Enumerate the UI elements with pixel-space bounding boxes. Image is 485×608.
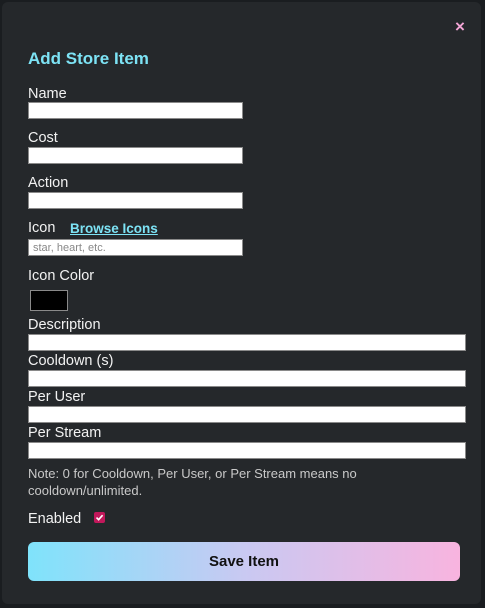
per-stream-input[interactable] <box>28 442 466 459</box>
description-input[interactable] <box>28 334 466 351</box>
description-label: Description <box>28 317 101 333</box>
checkmark-icon <box>95 514 104 521</box>
action-label: Action <box>28 175 69 191</box>
enabled-label: Enabled <box>28 511 82 527</box>
cost-label: Cost <box>28 130 58 146</box>
close-icon[interactable]: × <box>453 18 467 36</box>
icon-color-picker[interactable] <box>30 290 68 311</box>
browse-icons-link[interactable]: Browse Icons <box>70 220 158 238</box>
icon-input[interactable] <box>28 239 243 256</box>
per-stream-label: Per Stream <box>28 425 102 441</box>
cost-input[interactable] <box>28 147 243 164</box>
enabled-checkbox[interactable] <box>94 512 105 523</box>
icon-label: Icon <box>28 220 56 236</box>
cooldown-label: Cooldown (s) <box>28 353 114 369</box>
name-input[interactable] <box>28 102 243 119</box>
cooldown-input[interactable] <box>28 370 466 387</box>
per-user-label: Per User <box>28 389 86 405</box>
modal-title: Add Store Item <box>28 49 149 68</box>
limits-note: Note: 0 for Cooldown, Per User, or Per S… <box>28 466 357 498</box>
icon-color-label: Icon Color <box>28 268 95 284</box>
per-user-input[interactable] <box>28 406 466 423</box>
save-item-button[interactable]: Save Item <box>28 542 460 581</box>
action-input[interactable] <box>28 192 243 209</box>
add-store-item-modal: × Add Store Item Name Cost Action Icon B… <box>2 2 481 604</box>
name-label: Name <box>28 86 67 102</box>
